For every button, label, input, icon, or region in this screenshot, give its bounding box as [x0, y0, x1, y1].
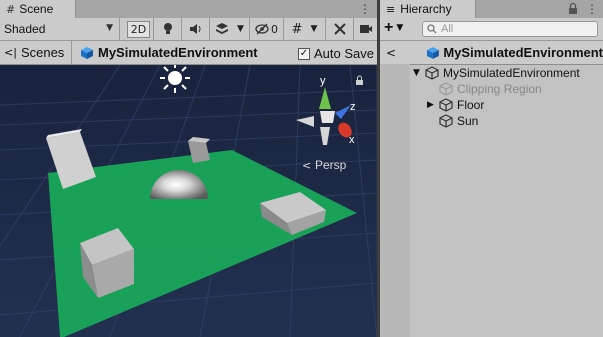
tree-item-label: MySimulatedEnvironment [443, 66, 580, 80]
scene-visibility-toggle[interactable]: 0 [250, 18, 284, 40]
shading-mode-dropdown[interactable]: Shaded ▼ [0, 18, 120, 40]
search-input[interactable]: All [422, 21, 598, 37]
scene-breadcrumb: <| Scenes MySimulatedEnvironment ✓ Auto … [0, 41, 377, 65]
back-chevron-icon[interactable]: < [380, 46, 426, 60]
lighting-toggle-icon[interactable] [154, 18, 182, 40]
scene-cube-icon [81, 46, 93, 59]
scenes-button[interactable]: <| Scenes [0, 41, 72, 64]
camera-icon[interactable] [354, 18, 377, 40]
tree-item-clipping-region[interactable]: Clipping Region [380, 81, 603, 97]
lock-icon[interactable] [568, 2, 578, 18]
tree-item-root[interactable]: ▼ MySimulatedEnvironment [380, 65, 603, 81]
active-scene-crumb[interactable]: MySimulatedEnvironment [72, 45, 258, 60]
autosave-toggle[interactable]: ✓ Auto Save [298, 46, 374, 61]
shading-mode-value: Shaded [4, 22, 46, 36]
gizmo-x-label: x [349, 134, 355, 146]
tree-item-sun[interactable]: Sun [380, 113, 603, 129]
hierarchy-window: ≡ Hierarchy ⋮ + ▼ All < MySimulatedEnvir… [380, 0, 603, 337]
scene-menu-kebab-icon[interactable]: ⋮ [358, 0, 372, 18]
scene-tab-bar: # Scene ⋮ [0, 0, 377, 19]
search-placeholder: All [441, 23, 454, 35]
chevron-down-icon: ▼ [310, 24, 318, 34]
hierarchy-tree: ▼ MySimulatedEnvironment Clipping Region… [380, 64, 603, 337]
hierarchy-tab-bar: ≡ Hierarchy ⋮ [380, 0, 603, 19]
expand-arrow-icon[interactable]: ▼ [413, 68, 420, 78]
tree-item-label: Clipping Region [457, 82, 542, 96]
autosave-label: Auto Save [314, 46, 374, 61]
hierarchy-tab-label: Hierarchy [400, 2, 452, 16]
hierarchy-scene-name: MySimulatedEnvironment [443, 45, 603, 60]
hierarchy-list-icon: ≡ [386, 2, 396, 16]
grid-icon: # [6, 2, 16, 16]
hierarchy-toolbar: + ▼ All [380, 18, 603, 41]
effects-dropdown[interactable]: ▼ [210, 18, 250, 40]
scene-window: # Scene ⋮ Shaded ▼ 2D ▼ 0 # ▼ <| Scenes … [0, 0, 377, 337]
toggle-2d-button[interactable]: 2D [124, 18, 154, 40]
scene-viewport[interactable]: y z x < Persp [0, 65, 377, 337]
scenes-label: Scenes [20, 45, 65, 60]
chevron-down-icon: ▼ [106, 23, 113, 33]
scene-tab-label: Scene [19, 2, 54, 16]
tree-item-label: Floor [457, 98, 485, 112]
gizmo-y-label: y [320, 75, 326, 87]
tab-hierarchy[interactable]: ≡ Hierarchy [380, 0, 476, 18]
audio-toggle-icon[interactable] [182, 18, 210, 40]
tree-item-label: Sun [457, 114, 479, 128]
gameobject-cube-icon [439, 82, 453, 96]
hierarchy-breadcrumb: < MySimulatedEnvironment [380, 41, 603, 65]
back-arrow-icon: <| [4, 46, 17, 59]
gizmo-z-label: z [350, 101, 356, 113]
gameobject-cube-icon [439, 114, 453, 128]
gameobject-cube-icon [439, 98, 453, 112]
chevron-down-icon: ▼ [237, 24, 244, 34]
grid-snap-icon: # [291, 21, 303, 37]
scene-cube-icon [426, 46, 439, 59]
hidden-eye-icon [255, 23, 269, 35]
grid-snapping-dropdown[interactable]: # ▼ [284, 18, 326, 40]
search-icon [427, 24, 437, 34]
collapse-arrow-icon[interactable]: ▶ [427, 100, 434, 110]
gameobject-cube-icon [425, 66, 439, 80]
viewport-canvas: y z x < Persp [0, 65, 377, 337]
scene-name-label: MySimulatedEnvironment [98, 45, 258, 60]
effects-icon [216, 23, 229, 34]
scene-toolbar: Shaded ▼ 2D ▼ 0 # ▼ [0, 18, 377, 41]
tools-icon[interactable] [326, 18, 354, 40]
persp-label: Persp [315, 158, 347, 172]
hidden-count: 0 [271, 22, 278, 36]
create-dropdown[interactable]: + ▼ [384, 20, 403, 36]
tree-item-floor[interactable]: ▶ Floor [380, 97, 603, 113]
autosave-checkbox[interactable]: ✓ [298, 47, 310, 60]
hierarchy-menu-kebab-icon[interactable]: ⋮ [585, 0, 599, 18]
chevron-down-icon: ▼ [396, 23, 404, 33]
tab-scene[interactable]: # Scene [0, 0, 76, 18]
plus-icon: + [384, 19, 394, 36]
persp-arrow-icon: < [302, 159, 311, 172]
